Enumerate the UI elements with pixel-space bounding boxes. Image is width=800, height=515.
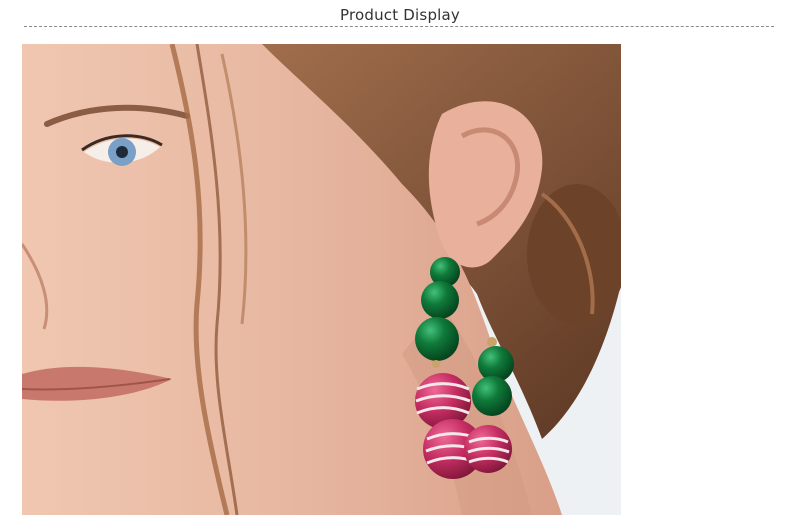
product-photo-illustration: [22, 44, 621, 515]
page-header: Product Display: [0, 0, 800, 30]
product-photo: [22, 44, 621, 515]
dashed-divider: [24, 26, 774, 27]
section-title: Product Display: [339, 6, 460, 24]
